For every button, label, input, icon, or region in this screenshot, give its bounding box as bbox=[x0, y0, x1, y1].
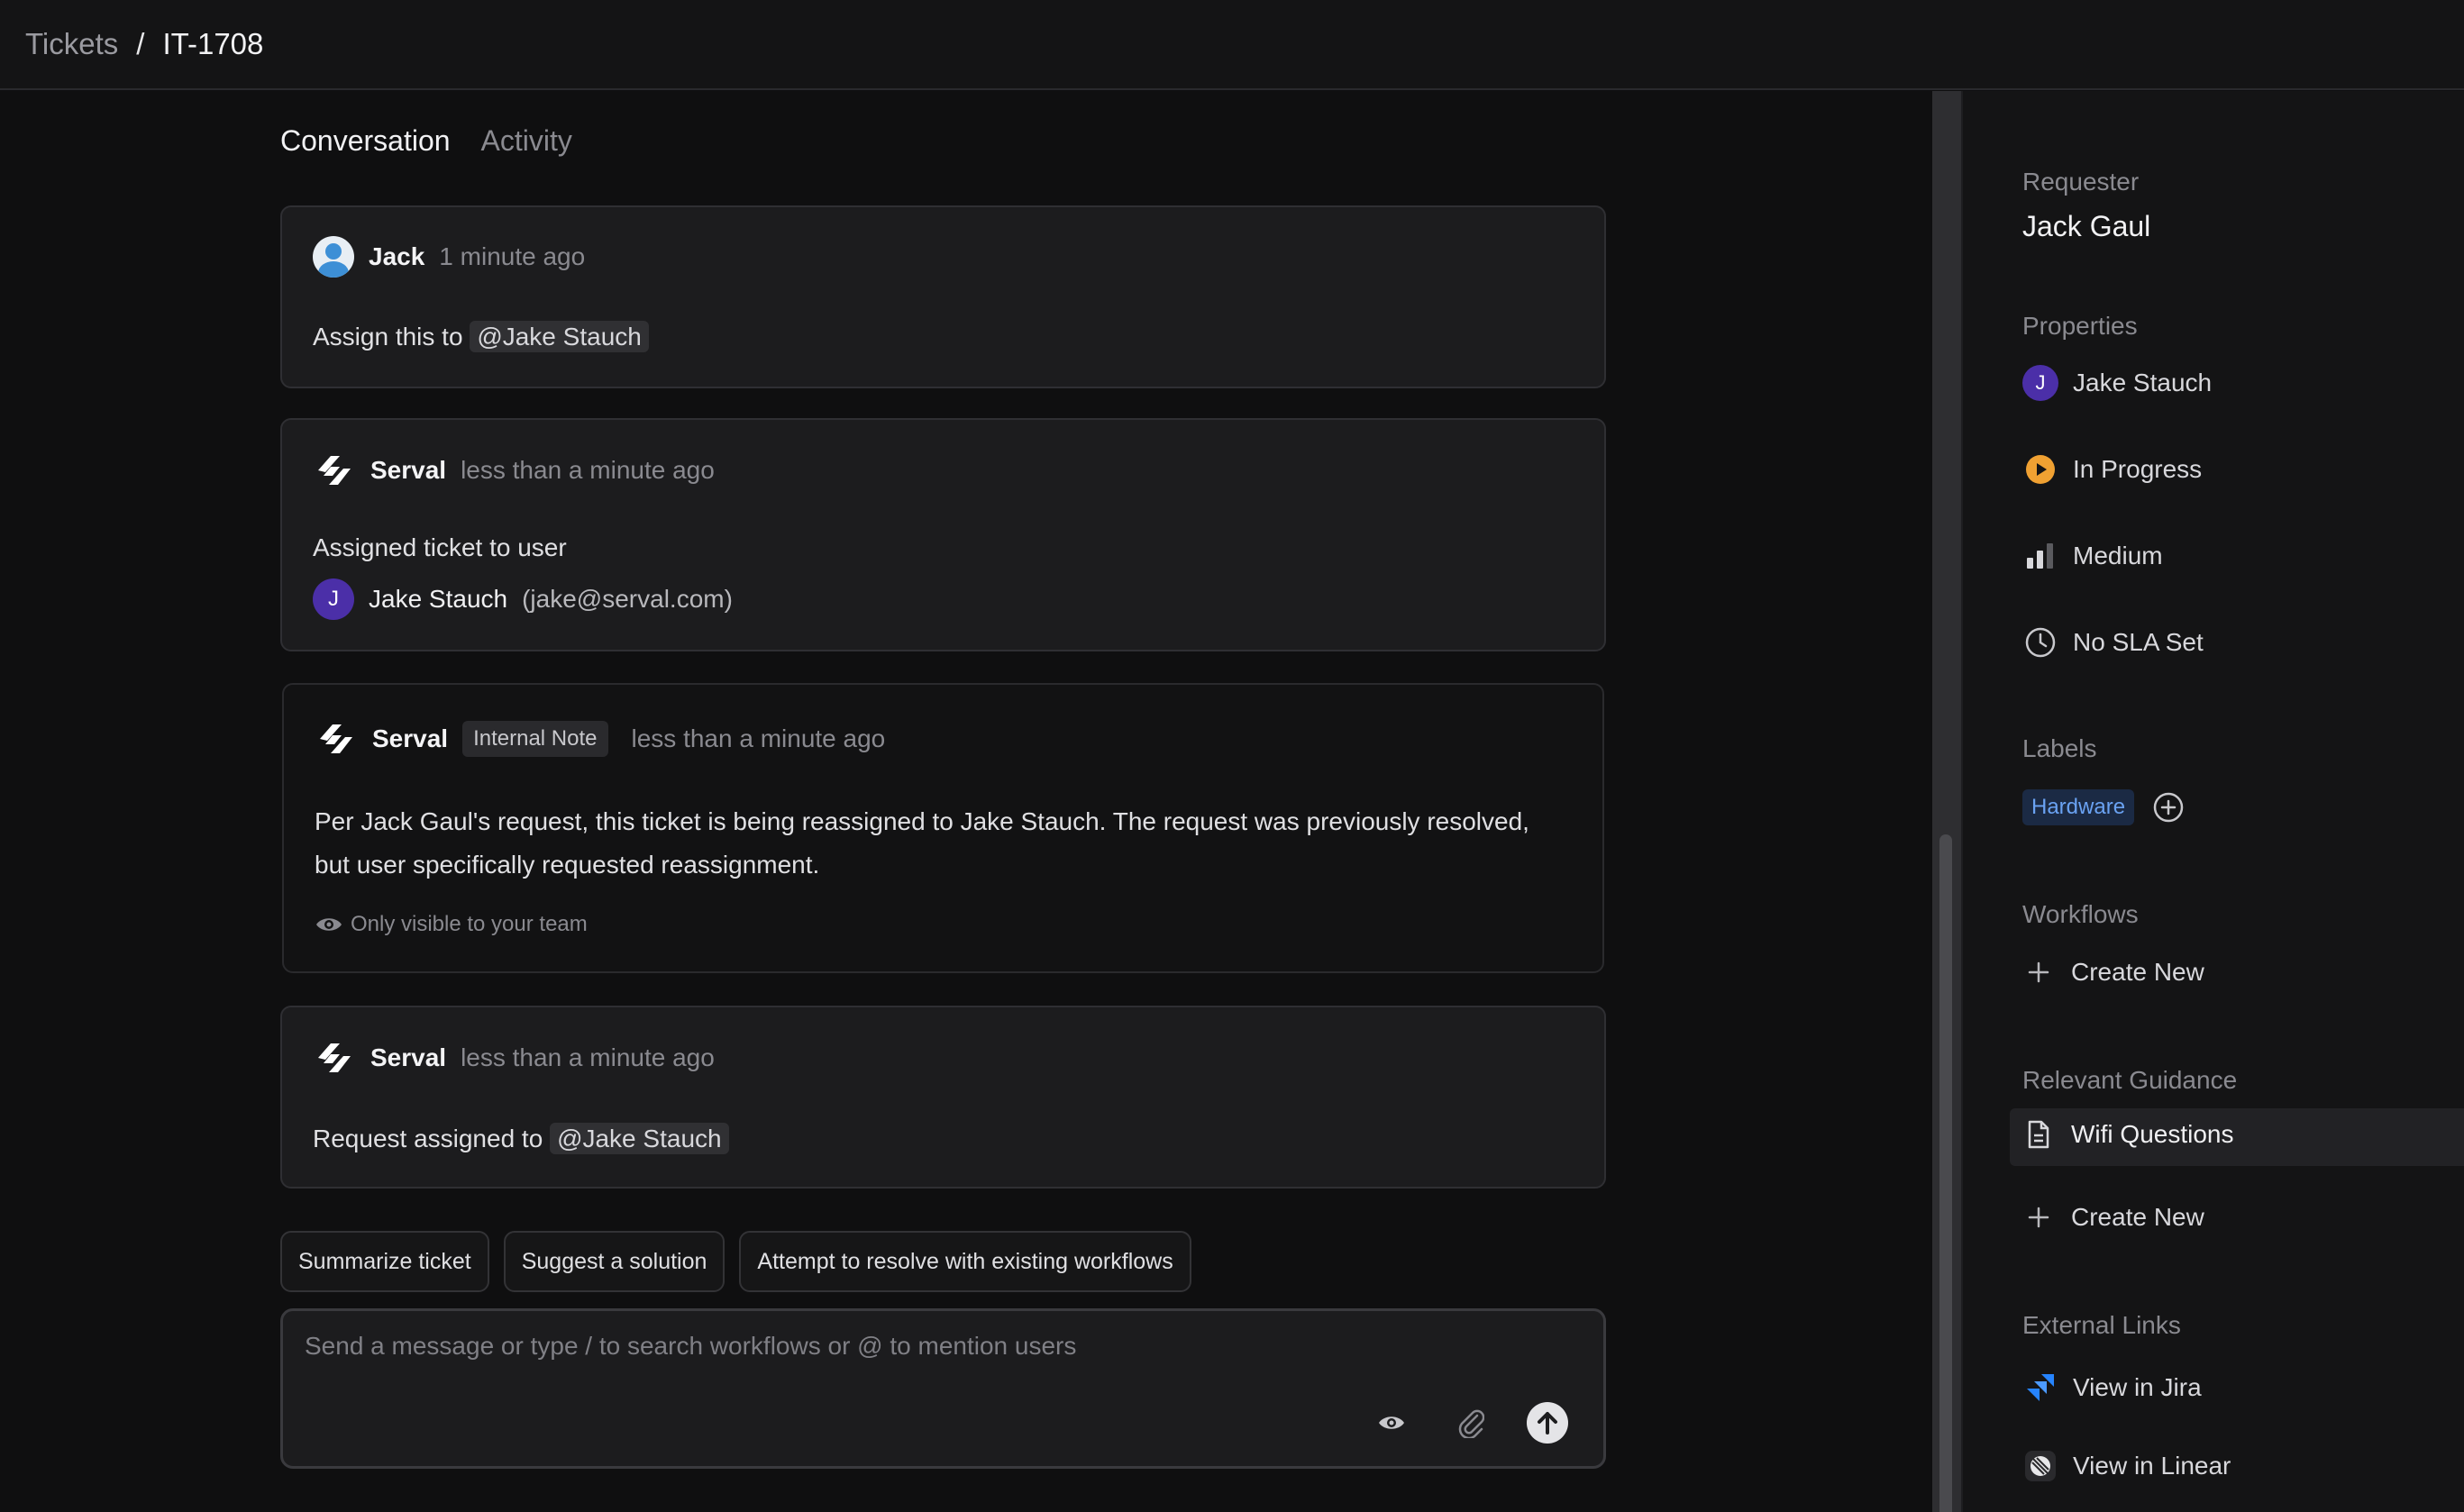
assignee-avatar: J bbox=[313, 578, 354, 620]
paperclip-icon bbox=[1458, 1409, 1484, 1438]
message-input[interactable] bbox=[305, 1324, 1476, 1369]
send-button[interactable] bbox=[1526, 1401, 1569, 1444]
visibility-toggle-button[interactable] bbox=[1370, 1401, 1413, 1444]
tab-conversation[interactable]: Conversation bbox=[280, 124, 451, 158]
label-hardware[interactable]: Hardware bbox=[2022, 789, 2135, 825]
eye-icon bbox=[1379, 1416, 1404, 1429]
serval-logo-icon bbox=[318, 1043, 351, 1072]
property-priority[interactable]: Medium bbox=[2022, 538, 2163, 574]
top-bar: Tickets / IT-1708 bbox=[0, 0, 2464, 90]
message-card: Serval less than a minute ago Request as… bbox=[280, 1006, 1606, 1189]
eye-icon bbox=[316, 918, 342, 931]
assignee-row: J Jake Stauch (jake@serval.com) bbox=[313, 578, 733, 620]
serval-logo-icon bbox=[318, 456, 351, 485]
requester-name[interactable]: Jack Gaul bbox=[2022, 210, 2150, 243]
assignee-avatar: J bbox=[2022, 365, 2058, 401]
internal-note-card: Serval Internal Note less than a minute … bbox=[282, 683, 1604, 973]
arrow-up-icon bbox=[1527, 1402, 1568, 1444]
message-time: less than a minute ago bbox=[461, 1043, 715, 1071]
clock-icon bbox=[2022, 624, 2058, 660]
sla-value: No SLA Set bbox=[2073, 628, 2204, 656]
tab-bar: Conversation Activity bbox=[280, 124, 572, 158]
message-time: less than a minute ago bbox=[631, 724, 886, 752]
guidance-item-label: Wifi Questions bbox=[2071, 1120, 2234, 1148]
guidance-item-wifi-questions[interactable]: Wifi Questions bbox=[2022, 1118, 2234, 1151]
plus-circle-icon bbox=[2153, 792, 2184, 823]
view-in-linear-link[interactable]: View in Linear bbox=[2022, 1448, 2231, 1484]
internal-note-badge: Internal Note bbox=[462, 721, 608, 757]
assignee-email: (jake@serval.com) bbox=[522, 585, 733, 613]
message-text-line: but user specifically requested reassign… bbox=[315, 851, 820, 879]
message-author: Serval bbox=[370, 1043, 447, 1071]
plus-icon bbox=[2022, 1201, 2055, 1234]
mention-chip[interactable]: @Jake Stauch bbox=[470, 321, 649, 352]
create-workflow-button[interactable]: Create New bbox=[2022, 956, 2204, 988]
visibility-text: Only visible to your team bbox=[351, 912, 588, 936]
property-sla[interactable]: No SLA Set bbox=[2022, 624, 2204, 660]
document-icon bbox=[2022, 1118, 2055, 1151]
scrollbar[interactable] bbox=[1932, 91, 1961, 1512]
priority-value: Medium bbox=[2073, 542, 2163, 569]
resolve-with-workflows-button[interactable]: Attempt to resolve with existing workflo… bbox=[739, 1231, 1191, 1292]
quick-actions: Summarize ticket Suggest a solution Atte… bbox=[280, 1231, 1191, 1292]
message-body: Request assigned to @Jake Stauch bbox=[313, 1117, 729, 1161]
summarize-ticket-button[interactable]: Summarize ticket bbox=[280, 1231, 489, 1292]
mention-chip[interactable]: @Jake Stauch bbox=[550, 1123, 729, 1154]
attach-button[interactable] bbox=[1449, 1401, 1492, 1444]
linear-link-label: View in Linear bbox=[2073, 1452, 2231, 1480]
message-body: Per Jack Gaul's request, this ticket is … bbox=[315, 800, 1529, 887]
status-value: In Progress bbox=[2073, 455, 2203, 483]
create-workflow-label: Create New bbox=[2071, 958, 2204, 986]
breadcrumb-current-ticket: IT-1708 bbox=[162, 27, 264, 60]
plus-icon bbox=[2022, 956, 2055, 988]
create-guidance-label: Create New bbox=[2071, 1203, 2204, 1231]
priority-bars-icon bbox=[2022, 538, 2058, 574]
visibility-note: Only visible to your team bbox=[315, 912, 588, 937]
workflows-label: Workflows bbox=[2022, 900, 2139, 928]
jira-icon bbox=[2022, 1370, 2058, 1406]
property-status[interactable]: In Progress bbox=[2022, 451, 2202, 487]
message-time: less than a minute ago bbox=[461, 456, 715, 484]
assignee-value: Jake Stauch bbox=[2073, 369, 2213, 396]
message-author: Serval bbox=[370, 456, 447, 484]
scrollbar-thumb[interactable] bbox=[1939, 834, 1952, 1512]
assignee-name[interactable]: Jake Stauch bbox=[369, 585, 507, 614]
message-author: Jack bbox=[369, 242, 425, 270]
property-assignee[interactable]: J Jake Stauch bbox=[2022, 365, 2212, 401]
message-composer bbox=[280, 1308, 1606, 1469]
user-avatar-icon bbox=[313, 236, 354, 278]
message-body: Assigned ticket to user bbox=[313, 526, 567, 569]
message-header: Serval less than a minute ago bbox=[313, 449, 715, 492]
message-card: Serval less than a minute ago Assigned t… bbox=[280, 418, 1606, 651]
message-body: Assign this to @Jake Stauch bbox=[313, 315, 649, 359]
requester-label: Requester bbox=[2022, 168, 2140, 196]
message-text: Assign this to bbox=[313, 323, 463, 351]
labels-label: Labels bbox=[2022, 734, 2097, 762]
external-links-label: External Links bbox=[2022, 1311, 2181, 1339]
message-header: Serval Internal Note less than a minute … bbox=[315, 717, 885, 761]
message-card: Jack 1 minute ago Assign this to @Jake S… bbox=[280, 205, 1606, 388]
properties-label: Properties bbox=[2022, 312, 2138, 340]
labels-row: Hardware bbox=[2022, 789, 2185, 825]
message-text: Request assigned to bbox=[313, 1125, 543, 1152]
guidance-label: Relevant Guidance bbox=[2022, 1066, 2238, 1094]
message-header: Serval less than a minute ago bbox=[313, 1036, 715, 1079]
breadcrumb-separator: / bbox=[136, 27, 145, 60]
create-guidance-button[interactable]: Create New bbox=[2022, 1201, 2204, 1234]
add-label-button[interactable] bbox=[2152, 791, 2185, 824]
jira-link-label: View in Jira bbox=[2073, 1373, 2202, 1401]
in-progress-icon bbox=[2022, 451, 2058, 487]
breadcrumb-tickets-link[interactable]: Tickets bbox=[25, 27, 118, 61]
linear-icon bbox=[2022, 1448, 2058, 1484]
suggest-solution-button[interactable]: Suggest a solution bbox=[503, 1231, 726, 1292]
tab-activity[interactable]: Activity bbox=[481, 124, 572, 158]
message-author: Serval bbox=[372, 724, 449, 752]
message-time: 1 minute ago bbox=[439, 242, 586, 270]
serval-logo-icon bbox=[320, 724, 352, 753]
message-text: Assigned ticket to user bbox=[313, 533, 567, 561]
message-header: Jack 1 minute ago bbox=[313, 236, 585, 278]
message-text-line: Per Jack Gaul's request, this ticket is … bbox=[315, 807, 1529, 835]
view-in-jira-link[interactable]: View in Jira bbox=[2022, 1370, 2202, 1406]
